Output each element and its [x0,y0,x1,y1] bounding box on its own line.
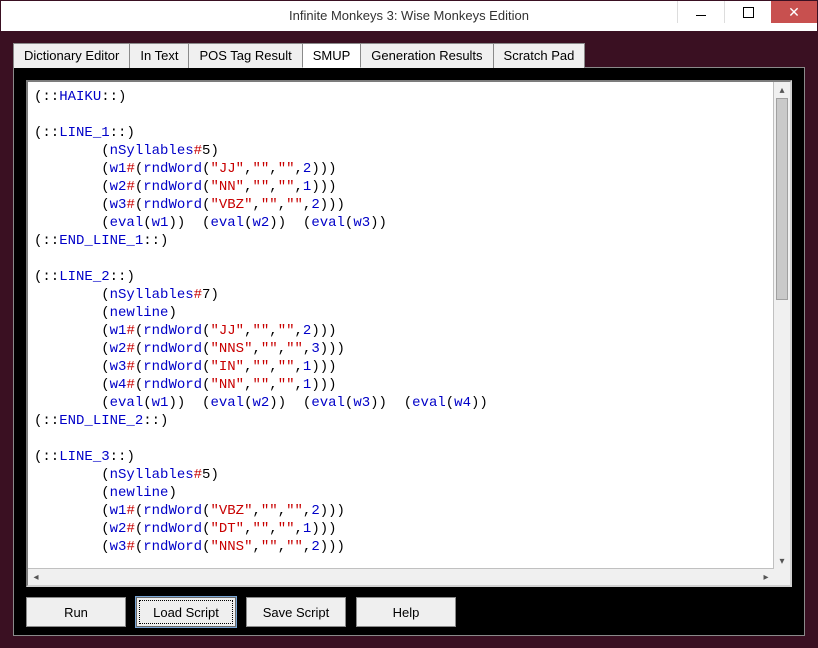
tab-pos-tag-result[interactable]: POS Tag Result [188,43,302,68]
code-editor[interactable]: (::HAIKU::) (::LINE_1::) (nSyllables#5) … [26,80,792,587]
tab-strip: Dictionary Editor In Text POS Tag Result… [13,43,805,68]
titlebar[interactable]: Infinite Monkeys 3: Wise Monkeys Edition… [1,1,817,32]
tab-panel: (::HAIKU::) (::LINE_1::) (nSyllables#5) … [13,67,805,636]
vertical-scrollbar[interactable]: ▴ ▾ [773,82,790,569]
vertical-scroll-thumb[interactable] [776,98,788,300]
button-bar: Run Load Script Save Script Help [26,587,792,627]
close-button[interactable]: ✕ [771,1,817,23]
load-script-button[interactable]: Load Script [136,597,236,627]
maximize-button[interactable] [724,1,771,23]
app-window: Infinite Monkeys 3: Wise Monkeys Edition… [0,0,818,648]
scroll-left-icon[interactable]: ◂ [28,569,44,585]
tab-in-text[interactable]: In Text [129,43,189,68]
app-icon [7,7,25,25]
tab-dictionary-editor[interactable]: Dictionary Editor [13,43,130,68]
tab-smup[interactable]: SMUP [302,43,362,68]
save-script-button[interactable]: Save Script [246,597,346,627]
horizontal-scrollbar[interactable]: ◂ ▸ [28,568,774,585]
help-button[interactable]: Help [356,597,456,627]
minimize-button[interactable] [677,1,724,23]
code-viewport[interactable]: (::HAIKU::) (::LINE_1::) (nSyllables#5) … [28,82,774,569]
run-button[interactable]: Run [26,597,126,627]
scroll-right-icon[interactable]: ▸ [758,569,774,585]
code-content[interactable]: (::HAIKU::) (::LINE_1::) (nSyllables#5) … [34,88,774,556]
scroll-up-icon[interactable]: ▴ [774,82,790,98]
window-controls: ✕ [677,1,817,23]
client-area: Dictionary Editor In Text POS Tag Result… [1,31,817,647]
tab-scratch-pad[interactable]: Scratch Pad [493,43,586,68]
scroll-corner [774,569,790,585]
scroll-down-icon[interactable]: ▾ [774,553,790,569]
tab-generation-results[interactable]: Generation Results [360,43,493,68]
